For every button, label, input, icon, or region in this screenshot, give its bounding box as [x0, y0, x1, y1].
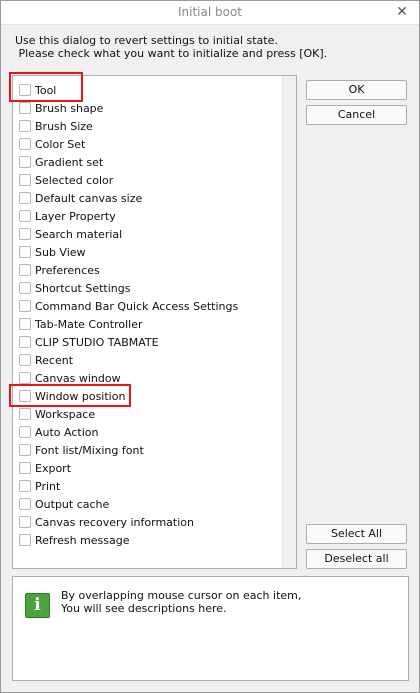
checkbox[interactable]	[19, 462, 31, 474]
checklist-item[interactable]: Export	[19, 459, 238, 477]
checkbox[interactable]	[19, 228, 31, 240]
checkbox[interactable]	[19, 120, 31, 132]
checkbox[interactable]	[19, 102, 31, 114]
checklist-item-label: Brush shape	[35, 101, 104, 115]
checklist-item[interactable]: Gradient set	[19, 153, 238, 171]
checkbox[interactable]	[19, 408, 31, 420]
checklist-item[interactable]: Auto Action	[19, 423, 238, 441]
checkbox[interactable]	[19, 534, 31, 546]
checklist-item-label: Workspace	[35, 407, 96, 421]
checklist-item[interactable]: Layer Property	[19, 207, 238, 225]
checklist-item[interactable]: Shortcut Settings	[19, 279, 238, 297]
checkbox[interactable]	[19, 354, 31, 366]
checkbox[interactable]	[19, 444, 31, 456]
checklist-item[interactable]: Brush Size	[19, 117, 238, 135]
checkbox[interactable]	[19, 264, 31, 276]
checklist-item-label: Preferences	[35, 263, 100, 277]
checkbox[interactable]	[19, 282, 31, 294]
checklist-item-label: Canvas recovery information	[35, 515, 194, 529]
checkbox[interactable]	[19, 516, 31, 528]
checkbox[interactable]	[19, 300, 31, 312]
checklist-item-label: Layer Property	[35, 209, 116, 223]
checkbox[interactable]	[19, 138, 31, 150]
checklist-item[interactable]: Preferences	[19, 261, 238, 279]
checklist-item-label: Sub View	[35, 245, 86, 259]
checklist-item-label: Print	[35, 479, 61, 493]
checklist-item-label: Brush Size	[35, 119, 93, 133]
checklist-item-label: Tab-Mate Controller	[35, 317, 143, 331]
checkbox[interactable]	[19, 498, 31, 510]
checklist-item-label: Export	[35, 461, 72, 475]
checklist-items: Tool Brush shape Brush Size Color Set Gradie…	[19, 81, 238, 549]
title-bar[interactable]: Initial boot ✕	[1, 1, 419, 25]
checklist-item[interactable]: Search material	[19, 225, 238, 243]
checklist-item[interactable]: Tab-Mate Controller	[19, 315, 238, 333]
select-all-button[interactable]: Select All	[306, 524, 407, 544]
checklist-item-label: Selected color	[35, 173, 114, 187]
checklist-item[interactable]: Sub View	[19, 243, 238, 261]
highlight-box-tool	[9, 72, 83, 102]
checklist-item[interactable]: Color Set	[19, 135, 238, 153]
description-line-2: You will see descriptions here.	[61, 602, 227, 615]
checklist-item-label: Default canvas size	[35, 191, 143, 205]
deselect-all-button[interactable]: Deselect all	[306, 549, 407, 569]
checkbox[interactable]	[19, 318, 31, 330]
checklist-item[interactable]: Font list/Mixing font	[19, 441, 238, 459]
checklist-item-label: Auto Action	[35, 425, 99, 439]
instructions-line-2: Please check what you want to initialize…	[15, 47, 328, 60]
checklist-item[interactable]: Selected color	[19, 171, 238, 189]
checklist-scrollbar[interactable]	[282, 76, 296, 568]
checklist-item-label: Canvas window	[35, 371, 121, 385]
checklist-item[interactable]: Canvas recovery information	[19, 513, 238, 531]
checklist-item[interactable]: Print	[19, 477, 238, 495]
description-line-1: By overlapping mouse cursor on each item…	[61, 589, 302, 602]
checklist-item[interactable]: Refresh message	[19, 531, 238, 549]
checklist-item-label: Gradient set	[35, 155, 104, 169]
checklist-item[interactable]: CLIP STUDIO TABMATE	[19, 333, 238, 351]
checklist-item-label: Search material	[35, 227, 123, 241]
instructions-line-1: Use this dialog to revert settings to in…	[15, 34, 278, 47]
checklist-item-label: Shortcut Settings	[35, 281, 131, 295]
description-panel: i By overlapping mouse cursor on each it…	[12, 576, 409, 681]
checkbox[interactable]	[19, 372, 31, 384]
checklist-item[interactable]: Output cache	[19, 495, 238, 513]
checkbox[interactable]	[19, 192, 31, 204]
checklist-item-label: Recent	[35, 353, 74, 367]
checkbox[interactable]	[19, 480, 31, 492]
ok-button[interactable]: OK	[306, 80, 407, 100]
checkbox[interactable]	[19, 156, 31, 168]
info-icon: i	[25, 593, 50, 618]
checkbox[interactable]	[19, 426, 31, 438]
description-text: By overlapping mouse cursor on each item…	[61, 589, 301, 615]
checkbox[interactable]	[19, 246, 31, 258]
checklist-item-label: Font list/Mixing font	[35, 443, 144, 457]
initial-boot-dialog: Initial boot ✕ Use this dialog to revert…	[0, 0, 420, 693]
checkbox[interactable]	[19, 210, 31, 222]
checklist-item-label: Command Bar Quick Access Settings	[35, 299, 239, 313]
checkbox[interactable]	[19, 174, 31, 186]
highlight-box-window-position	[9, 384, 131, 407]
checklist-item[interactable]: Recent	[19, 351, 238, 369]
checklist-item-label: Refresh message	[35, 533, 130, 547]
settings-checklist[interactable]: Tool Brush shape Brush Size Color Set Gradie…	[12, 75, 297, 569]
cancel-button[interactable]: Cancel	[306, 105, 407, 125]
checklist-item-label: Color Set	[35, 137, 86, 151]
checklist-item[interactable]: Command Bar Quick Access Settings	[19, 297, 238, 315]
checklist-item-label: CLIP STUDIO TABMATE	[35, 335, 159, 349]
checklist-item[interactable]: Default canvas size	[19, 189, 238, 207]
dialog-title: Initial boot	[177, 5, 243, 19]
checklist-item-label: Output cache	[35, 497, 110, 511]
checkbox[interactable]	[19, 336, 31, 348]
checklist-item[interactable]: Workspace	[19, 405, 238, 423]
close-icon[interactable]: ✕	[394, 5, 410, 21]
instructions-text: Use this dialog to revert settings to in…	[15, 34, 345, 60]
